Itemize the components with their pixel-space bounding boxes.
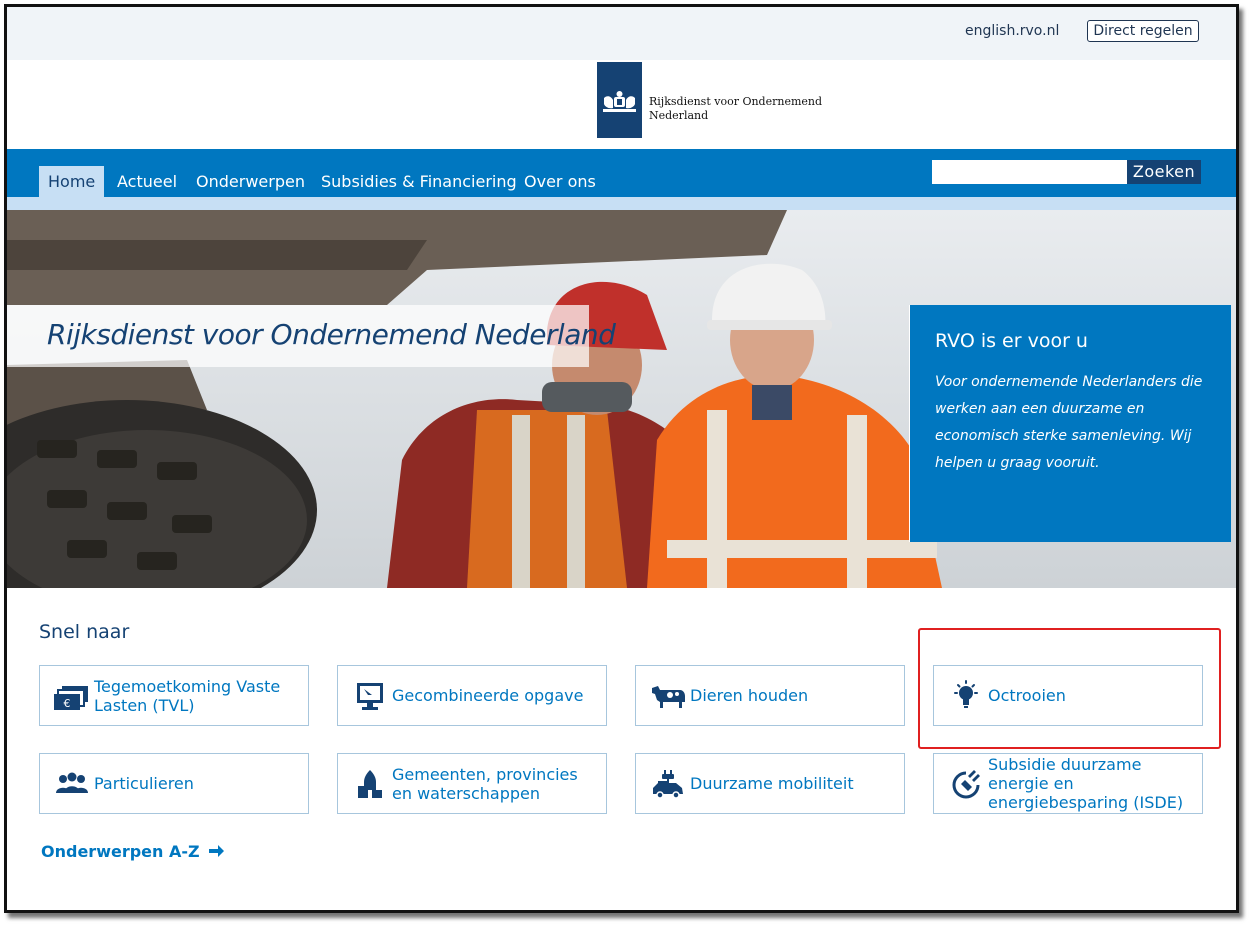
energy-plug-icon xyxy=(952,770,980,799)
electric-car-icon xyxy=(653,770,683,799)
tile-duurzame-mobiliteit[interactable]: Duurzame mobiliteit xyxy=(635,753,905,814)
hero-box-text: Voor ondernemende Nederlanders die werke… xyxy=(935,374,1203,471)
nav-underline-strip xyxy=(7,197,1236,210)
english-site-link[interactable]: english.rvo.nl xyxy=(965,23,1059,39)
tile-isde[interactable]: Subsidie duurzame energie en energiebesp… xyxy=(933,753,1203,814)
tile-dieren-houden[interactable]: Dieren houden xyxy=(635,665,905,726)
hero-box-title: RVO is er voor u xyxy=(935,330,1088,352)
az-link-label: Onderwerpen A-Z xyxy=(41,842,200,861)
tile-label: Gecombineerde opgave xyxy=(392,686,584,705)
tile-gecombineerde-opgave[interactable]: Gecombineerde opgave xyxy=(337,665,607,726)
nav-subsidies-financiering[interactable]: Subsidies & Financiering xyxy=(312,166,526,197)
search-button[interactable]: Zoeken xyxy=(1127,160,1201,184)
tile-label: Dieren houden xyxy=(690,686,809,705)
onderwerpen-az-link[interactable]: Onderwerpen A-Z xyxy=(41,842,225,861)
municipality-icon xyxy=(358,770,382,798)
logo-wordmark: Rijksdienst voor Ondernemend Nederland xyxy=(649,95,822,123)
banknote-icon: € xyxy=(54,686,88,710)
logo-line-2: Nederland xyxy=(649,109,709,122)
browser-viewport: english.rvo.nl Direct regelen Rijksdiens… xyxy=(4,4,1239,913)
search-input[interactable] xyxy=(932,160,1127,184)
svg-text:€: € xyxy=(64,697,71,710)
hero-title: Rijksdienst voor Ondernemend Nederland xyxy=(47,318,616,351)
cow-icon xyxy=(652,686,685,708)
nav-onderwerpen[interactable]: Onderwerpen xyxy=(187,166,314,197)
tile-gemeenten[interactable]: Gemeenten, provincies en waterschappen xyxy=(337,753,607,814)
snel-naar-heading: Snel naar xyxy=(39,621,130,643)
direct-regelen-button[interactable]: Direct regelen xyxy=(1087,20,1199,42)
hero-info-box: RVO is er voor u Voor ondernemende Neder… xyxy=(909,305,1231,542)
nav-over-ons[interactable]: Over ons xyxy=(515,166,605,197)
tile-label: Duurzame mobiliteit xyxy=(690,774,854,793)
main-navigation: Home Actueel Onderwerpen Subsidies & Fin… xyxy=(7,149,1236,197)
tile-tvl[interactable]: € Tegemoetkoming Vaste Lasten (TVL) xyxy=(39,665,309,726)
hero-banner: Rijksdienst voor Ondernemend Nederland R… xyxy=(7,210,1236,588)
monitor-icon xyxy=(357,683,383,710)
rijksoverheid-logo[interactable] xyxy=(597,62,642,138)
highlight-box-octrooien xyxy=(918,628,1221,749)
people-icon xyxy=(56,772,88,793)
logo-line-1: Rijksdienst voor Ondernemend xyxy=(649,95,823,108)
tile-particulieren[interactable]: Particulieren xyxy=(39,753,309,814)
nav-actueel[interactable]: Actueel xyxy=(108,166,186,197)
tile-label: Tegemoetkoming Vaste Lasten (TVL) xyxy=(94,676,281,715)
coat-of-arms-icon xyxy=(603,91,636,112)
arrow-right-icon xyxy=(209,845,225,857)
tile-label: Gemeenten, provincies en waterschappen xyxy=(392,764,578,803)
nav-home[interactable]: Home xyxy=(39,166,105,197)
tile-label: Subsidie duurzame energie en energiebesp… xyxy=(988,755,1184,812)
utility-bar: english.rvo.nl Direct regelen xyxy=(7,7,1236,60)
tile-label: Particulieren xyxy=(94,774,194,793)
